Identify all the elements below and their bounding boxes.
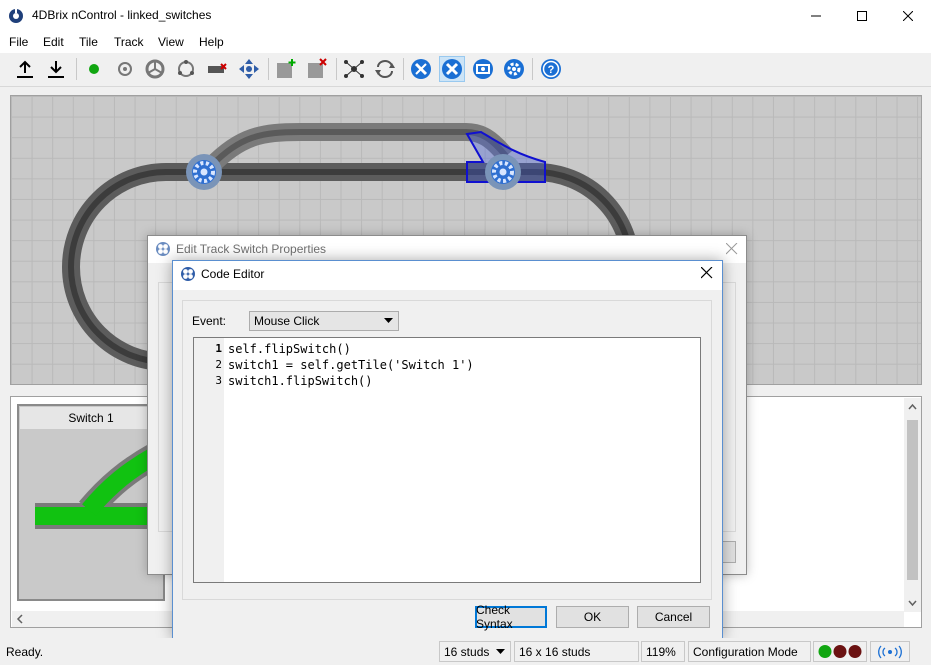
device-icon xyxy=(473,59,493,79)
cancel-button[interactable]: Cancel xyxy=(637,606,710,628)
preview-label: Switch 1 xyxy=(20,407,162,429)
signal-button[interactable] xyxy=(112,56,138,82)
device-button[interactable] xyxy=(470,56,496,82)
upload-button[interactable] xyxy=(12,56,38,82)
props-dialog-title: Edit Track Switch Properties xyxy=(176,242,327,256)
status-text: Ready. xyxy=(6,645,44,659)
upload-icon xyxy=(17,60,33,78)
menu-track[interactable]: Track xyxy=(114,35,144,49)
code-line: switch1 = self.getTile('Switch 1') xyxy=(228,358,474,372)
wheel-icon xyxy=(145,59,165,79)
toolbar-separator xyxy=(403,58,404,80)
toolbar-separator xyxy=(268,58,269,80)
scroll-arrows-icon xyxy=(907,403,918,607)
wheel-button[interactable] xyxy=(142,56,168,82)
menu-help[interactable]: Help xyxy=(199,35,224,49)
circle-nodes-button[interactable] xyxy=(173,56,199,82)
ok-button[interactable]: OK xyxy=(556,606,629,628)
tools-active-button[interactable] xyxy=(439,56,465,82)
props-dialog-close-icon[interactable] xyxy=(726,243,738,255)
decoupler-button[interactable] xyxy=(204,56,230,82)
event-select[interactable]: Mouse Click xyxy=(249,311,399,331)
add-tile-button[interactable] xyxy=(273,56,299,82)
help-icon: ? xyxy=(541,59,561,79)
tools-icon xyxy=(411,59,431,79)
studs-select[interactable]: 16 studs xyxy=(439,641,511,662)
download-button[interactable] xyxy=(43,56,69,82)
chevron-down-icon xyxy=(496,649,505,654)
settings-gear-icon xyxy=(504,59,524,79)
maximize-button[interactable] xyxy=(839,0,885,31)
minimize-button[interactable] xyxy=(793,0,839,31)
chevron-down-icon xyxy=(384,318,393,323)
delete-tile-icon xyxy=(308,58,327,78)
switch-marker-left-icon xyxy=(186,154,222,190)
line-number: 2 xyxy=(215,358,222,371)
decoupler-icon xyxy=(208,63,227,73)
switch-marker-right-icon xyxy=(485,154,521,190)
toolbar-separator xyxy=(532,58,533,80)
switch-preview-graphic xyxy=(35,444,161,529)
code-line: self.flipSwitch() xyxy=(228,342,351,356)
menu-file[interactable]: File xyxy=(9,35,28,49)
code-editor-logo-icon xyxy=(181,267,195,281)
mode-indicator: Configuration Mode xyxy=(688,641,811,662)
add-tile-icon xyxy=(277,59,296,78)
app-logo-icon xyxy=(9,9,23,23)
window-title: 4DBrix nControl - linked_switches xyxy=(32,8,212,22)
maximize-icon xyxy=(857,10,867,21)
tools-button[interactable] xyxy=(408,56,434,82)
close-button[interactable] xyxy=(885,0,931,31)
toolbar: ? xyxy=(0,53,931,87)
code-editor-close-icon[interactable] xyxy=(701,267,713,279)
status-lights-icon xyxy=(818,645,862,658)
code-editor-title: Code Editor xyxy=(201,267,265,281)
menu-bar: File Edit Tile Track View Help xyxy=(0,31,931,53)
grid-size: 16 x 16 studs xyxy=(514,641,639,662)
toolbar-separator xyxy=(336,58,337,80)
refresh-icon xyxy=(375,60,395,78)
minimize-icon xyxy=(811,15,821,16)
help-button[interactable]: ? xyxy=(538,56,564,82)
status-bar: Ready. 16 studs 16 x 16 studs 119% Confi… xyxy=(0,638,931,665)
line-number: 1 xyxy=(215,342,222,355)
line-number: 3 xyxy=(215,374,222,387)
broadcast-button[interactable] xyxy=(870,641,910,662)
studs-value: 16 studs xyxy=(444,645,490,659)
zoom-level: 119% xyxy=(641,641,685,662)
menu-tile[interactable]: Tile xyxy=(79,35,98,49)
check-syntax-button[interactable]: Check Syntax xyxy=(475,603,547,631)
menu-view[interactable]: View xyxy=(158,35,184,49)
vertical-scrollbar[interactable] xyxy=(904,398,921,612)
green-dot-button[interactable] xyxy=(81,56,107,82)
signal-icon xyxy=(118,62,132,76)
cross-arrows-button[interactable] xyxy=(236,56,262,82)
cross-arrows-icon xyxy=(239,59,259,79)
broadcast-icon xyxy=(878,645,902,659)
toolbar-separator xyxy=(76,58,77,80)
switch-preview-card[interactable] xyxy=(17,404,165,601)
props-dialog-logo-icon xyxy=(156,242,170,256)
refresh-button[interactable] xyxy=(372,56,398,82)
svg-text:?: ? xyxy=(548,64,555,76)
settings-button[interactable] xyxy=(501,56,527,82)
network-button[interactable] xyxy=(341,56,367,82)
event-label: Event: xyxy=(192,314,227,328)
connection-status xyxy=(813,641,867,662)
tools-active-icon xyxy=(442,59,462,79)
event-select-value: Mouse Click xyxy=(254,314,320,328)
code-line: switch1.flipSwitch() xyxy=(228,374,373,388)
menu-edit[interactable]: Edit xyxy=(43,35,64,49)
download-icon xyxy=(48,61,64,78)
green-dot-icon xyxy=(89,64,99,74)
circle-nodes-icon xyxy=(178,60,194,77)
close-icon xyxy=(903,10,913,21)
network-icon xyxy=(344,60,364,78)
delete-tile-button[interactable] xyxy=(304,56,330,82)
